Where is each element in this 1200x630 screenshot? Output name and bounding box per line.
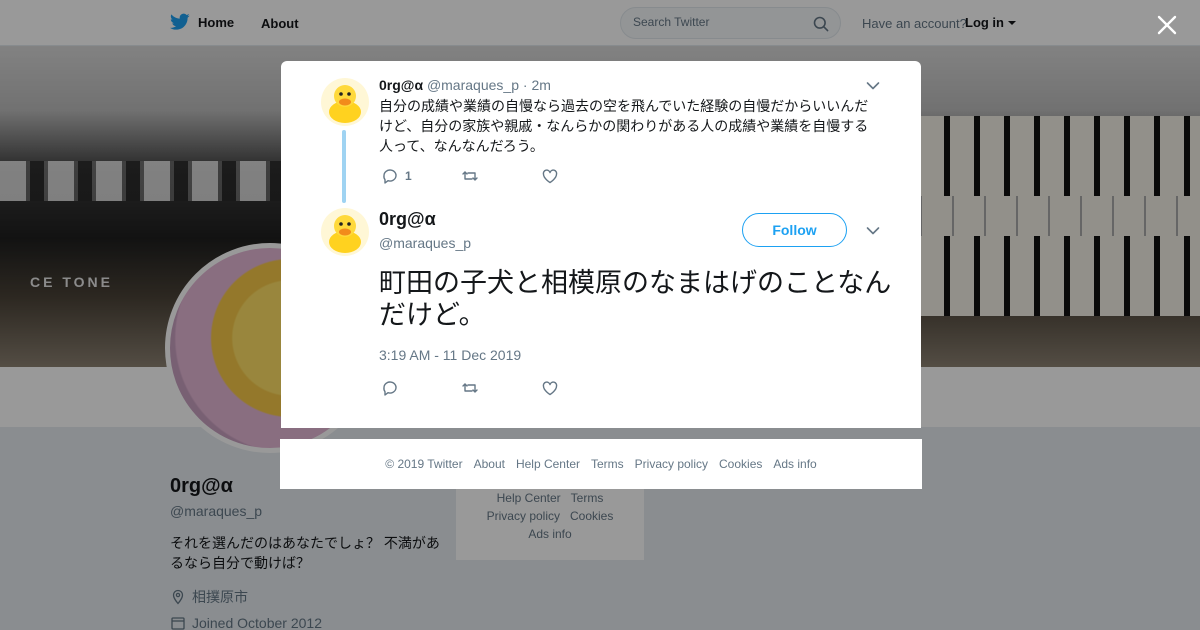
retweet-icon: [462, 171, 478, 181]
tweet1-author-handle[interactable]: @maraques_p: [427, 77, 519, 93]
tweet-modal: 0rg@α @maraques_p · 2m 自分の成績や業績の自慢なら過去の空…: [281, 61, 921, 428]
duck-avatar-icon: [321, 208, 369, 256]
tweet2-reply-button[interactable]: [381, 379, 399, 397]
tweet2-author-name[interactable]: 0rg@α: [379, 209, 436, 230]
footer-cookies-link[interactable]: Cookies: [719, 457, 762, 471]
footer-about-link[interactable]: About: [474, 457, 505, 471]
chevron-down-icon[interactable]: [866, 81, 880, 91]
tweet1-like-button[interactable]: [541, 167, 559, 185]
footer-terms-link[interactable]: Terms: [591, 457, 624, 471]
reply-icon: [383, 169, 397, 184]
tweet1-reply-count: 1: [405, 169, 412, 183]
thread-connector-line: [342, 130, 346, 203]
tweet2-retweet-button[interactable]: [461, 379, 479, 397]
modal-footer: © 2019 Twitter About Help Center Terms P…: [280, 439, 922, 489]
tweet1-timestamp[interactable]: 2m: [531, 77, 550, 93]
tweet2-avatar[interactable]: [321, 208, 369, 256]
follow-button[interactable]: Follow: [742, 213, 847, 247]
tweet1-retweet-button[interactable]: [461, 167, 479, 185]
like-icon: [542, 381, 558, 396]
chevron-down-icon[interactable]: [866, 226, 880, 236]
duck-avatar-icon: [321, 78, 369, 126]
footer-help-center-link[interactable]: Help Center: [516, 457, 580, 471]
tweet2-text: 町田の子犬と相模原のなまはげのことなんだけど。: [379, 268, 892, 330]
tweet1-reply-button[interactable]: 1: [381, 167, 412, 185]
tweet2-timestamp[interactable]: 3:19 AM - 11 Dec 2019: [379, 347, 521, 363]
close-icon[interactable]: [1156, 14, 1178, 36]
like-icon: [542, 169, 558, 184]
footer-copyright: © 2019 Twitter: [385, 457, 463, 471]
tweet1-avatar[interactable]: [321, 78, 369, 126]
tweet2-author-handle[interactable]: @maraques_p: [379, 235, 471, 251]
tweet1-author-name[interactable]: 0rg@α: [379, 77, 423, 93]
tweet1-text: 自分の成績や業績の自慢なら過去の空を飛んでいた経験の自慢だからいいんだけど、自分…: [379, 98, 869, 154]
tweet2-like-button[interactable]: [541, 379, 559, 397]
footer-privacy-link[interactable]: Privacy policy: [635, 457, 708, 471]
reply-icon: [383, 381, 397, 396]
retweet-icon: [462, 383, 478, 393]
tweet1-separator: ·: [522, 77, 528, 93]
footer-ads-info-link[interactable]: Ads info: [773, 457, 816, 471]
tweet1-header: 0rg@α @maraques_p · 2m: [379, 77, 551, 93]
